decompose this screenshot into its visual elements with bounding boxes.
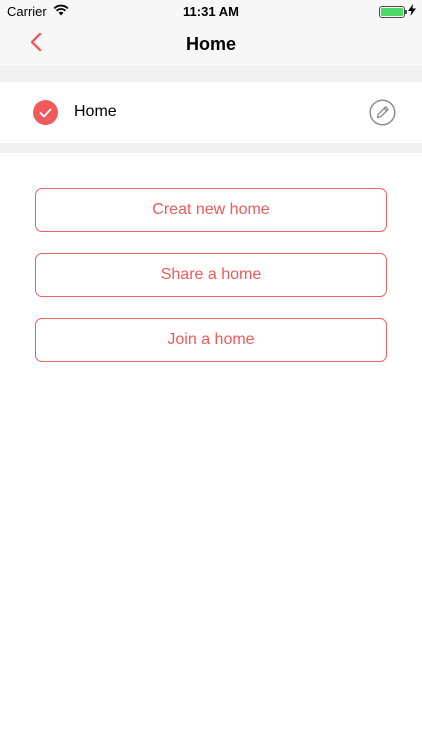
home-name-label: Home bbox=[74, 103, 117, 120]
battery-icon bbox=[379, 5, 407, 18]
chevron-left-icon bbox=[29, 32, 43, 57]
list-item-home[interactable]: Home bbox=[0, 82, 422, 143]
section-separator bbox=[0, 66, 422, 82]
status-bar: Carrier 11:31 AM bbox=[0, 0, 422, 22]
page-title: Home bbox=[185, 34, 236, 54]
section-separator-bottom bbox=[0, 143, 422, 153]
battery-fill bbox=[381, 7, 403, 16]
edit-home-button[interactable] bbox=[369, 99, 396, 126]
status-right bbox=[379, 4, 416, 19]
navigation-bar: Home bbox=[0, 22, 422, 66]
share-home-button[interactable]: Share a home bbox=[35, 253, 387, 297]
charging-bolt-icon bbox=[408, 4, 416, 19]
create-new-home-button[interactable]: Creat new home bbox=[35, 188, 387, 232]
pencil-icon bbox=[369, 99, 396, 130]
back-button[interactable] bbox=[22, 30, 50, 58]
join-home-button[interactable]: Join a home bbox=[35, 318, 387, 362]
selected-check-icon bbox=[33, 100, 58, 125]
status-time: 11:31 AM bbox=[183, 4, 239, 19]
